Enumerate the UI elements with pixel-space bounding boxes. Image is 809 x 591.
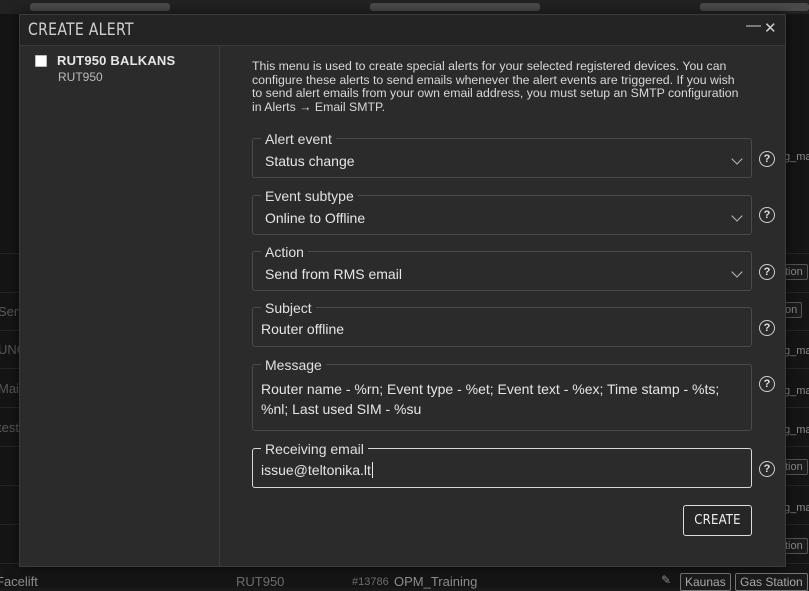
chevron-down-icon — [731, 153, 743, 165]
background-tag: g_ma — [784, 345, 809, 357]
background-row-text: Mai — [0, 381, 19, 396]
action-select[interactable]: Action Send from RMS email — [252, 244, 752, 291]
modal-title: CREATE ALERT — [28, 20, 134, 40]
receiving-email-field: issue@teltonika.lt — [261, 462, 373, 478]
receiving-email-label: Receiving email — [261, 441, 368, 457]
event-subtype-value: Online to Offline — [265, 210, 366, 226]
help-icon[interactable]: ? — [759, 376, 775, 392]
chevron-down-icon — [731, 210, 743, 222]
create-alert-modal: CREATE ALERT — ✕ RUT950 BALKANS RUT950 T… — [19, 14, 786, 567]
receiving-email-input[interactable]: Receiving email issue@teltonika.lt — [252, 441, 752, 488]
subject-input[interactable]: Subject Router offline — [252, 300, 752, 347]
message-label: Message — [261, 357, 326, 373]
subject-value: Router offline — [261, 321, 345, 337]
minimize-button[interactable]: — — [746, 18, 761, 34]
message-textarea[interactable]: Message Router name - %rn; Event type - … — [252, 357, 752, 431]
edit-icon[interactable]: ✎ — [661, 573, 671, 587]
device-list: RUT950 BALKANS RUT950 — [20, 46, 220, 566]
alert-event-label: Alert event — [261, 131, 336, 147]
chevron-down-icon — [731, 266, 743, 278]
subject-label: Subject — [261, 300, 316, 316]
background-tag: g_ma — [784, 424, 809, 436]
create-button[interactable]: CREATE — [683, 505, 752, 536]
event-subtype-select[interactable]: Event subtype Online to Offline — [252, 188, 752, 235]
background-device-id: #13786 — [352, 576, 389, 588]
background-tag: g_ma — [784, 502, 809, 514]
event-subtype-label: Event subtype — [261, 188, 358, 204]
modal-header: CREATE ALERT — ✕ — [20, 15, 785, 46]
background-tag: Gas Station — [735, 573, 808, 591]
receiving-email-value: issue@teltonika.lt — [261, 462, 371, 478]
device-model: RUT950 — [58, 70, 103, 84]
help-icon[interactable]: ? — [759, 207, 775, 223]
background-device-name: Facelift — [0, 574, 38, 589]
help-icon[interactable]: ? — [759, 151, 775, 167]
intro-text: This menu is used to create special aler… — [252, 59, 739, 114]
alert-event-value: Status change — [265, 153, 355, 169]
background-tag: Kaunas — [680, 573, 731, 591]
device-checkbox[interactable] — [35, 55, 47, 67]
background-row-text: test — [0, 420, 19, 435]
background-device-group: OPM_Training — [394, 574, 478, 589]
background-tag: g_ma — [784, 385, 809, 397]
background-topbar — [0, 0, 809, 14]
message-value: Router name - %rn; Event type - %et; Eve… — [261, 381, 720, 417]
device-name: RUT950 BALKANS — [57, 53, 176, 68]
text-caret — [371, 462, 373, 478]
alert-event-select[interactable]: Alert event Status change — [252, 131, 752, 178]
background-tag: g_ma — [784, 151, 809, 163]
help-icon[interactable]: ? — [759, 461, 775, 477]
help-icon[interactable]: ? — [759, 320, 775, 336]
action-label: Action — [261, 244, 308, 260]
help-icon[interactable]: ? — [759, 264, 775, 280]
background-device-model: RUT950 — [236, 574, 285, 589]
action-value: Send from RMS email — [265, 266, 402, 282]
close-button[interactable]: ✕ — [764, 21, 777, 37]
